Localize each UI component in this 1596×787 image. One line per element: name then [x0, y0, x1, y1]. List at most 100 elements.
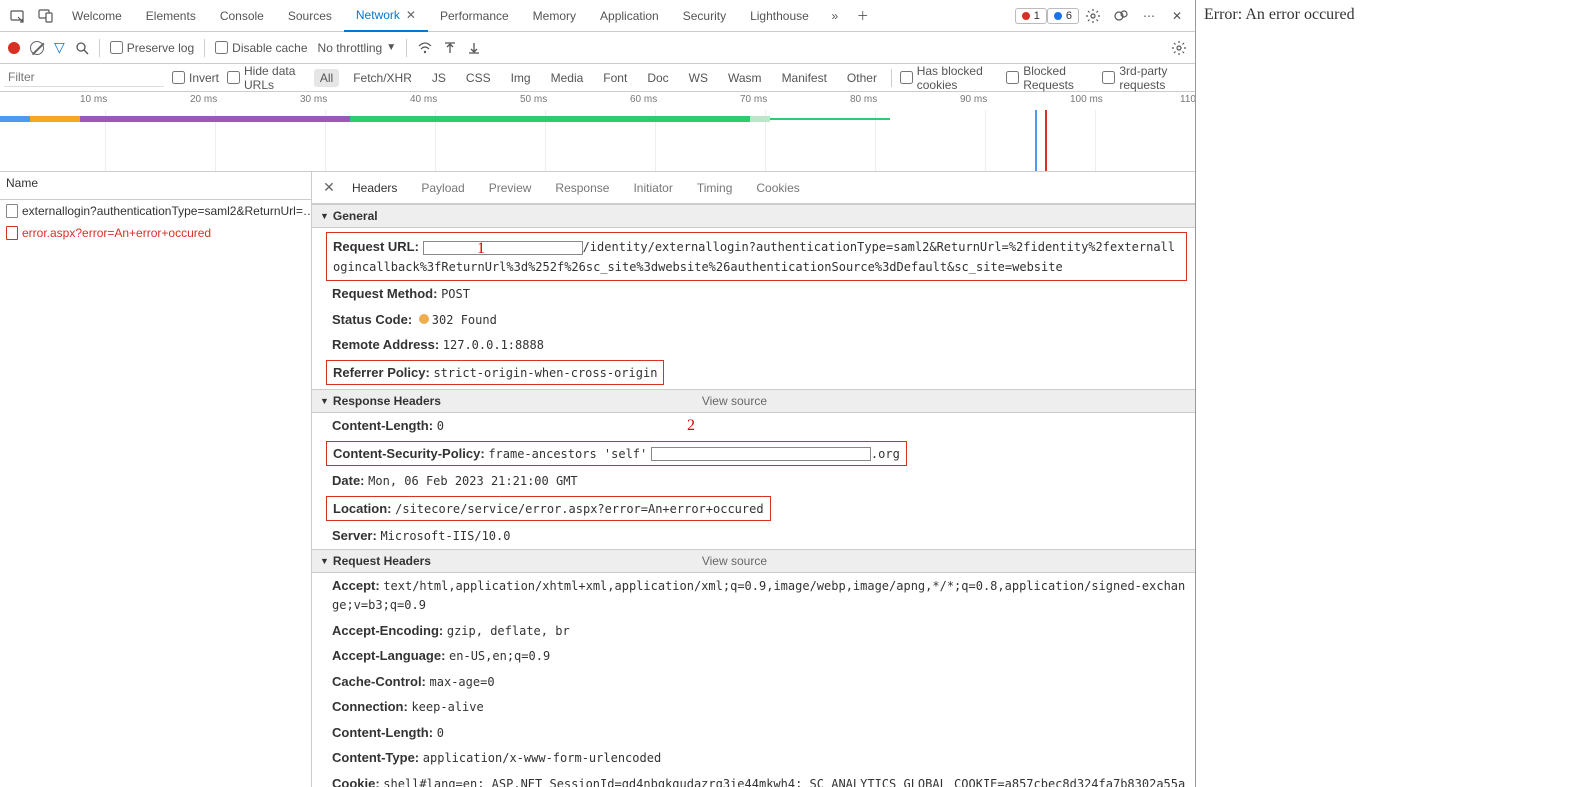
general-section-header[interactable]: ▼General	[312, 204, 1195, 228]
has-blocked-checkbox[interactable]: Has blocked cookies	[900, 64, 998, 92]
filter-input[interactable]	[4, 68, 164, 87]
add-tab-icon[interactable]: ＋	[849, 2, 877, 30]
network-settings-icon[interactable]	[1171, 40, 1187, 56]
detail-tab-initiator[interactable]: Initiator	[621, 172, 684, 204]
request-name: externallogin?authenticationType=saml2&R…	[22, 204, 311, 218]
request-row[interactable]: externallogin?authenticationType=saml2&R…	[0, 200, 311, 222]
document-icon	[6, 204, 18, 218]
device-toggle-icon[interactable]	[32, 2, 60, 30]
status-code-value: 302 Found	[432, 313, 497, 327]
close-devtools-icon[interactable]: ✕	[1163, 2, 1191, 30]
connection-row: Connection: keep-alive	[312, 694, 1195, 720]
type-filter-ws[interactable]: WS	[683, 69, 714, 87]
section-title: General	[333, 209, 378, 223]
has-blocked-label: Has blocked cookies	[917, 64, 998, 92]
detail-tab-headers[interactable]: Headers	[340, 172, 409, 204]
document-icon	[6, 226, 18, 240]
view-source-link[interactable]: View source	[702, 554, 767, 568]
server-key: Server:	[332, 528, 377, 543]
details-body[interactable]: ▼General Request URL: /identity/external…	[312, 204, 1195, 787]
detail-tab-preview[interactable]: Preview	[477, 172, 544, 204]
type-filter-all[interactable]: All	[314, 69, 339, 87]
cookie-value: shell#lang=en; ASP.NET_SessionId=gd4nbgk…	[332, 777, 1185, 787]
detail-tab-timing[interactable]: Timing	[685, 172, 745, 204]
tab-welcome[interactable]: Welcome	[60, 0, 134, 32]
wifi-icon[interactable]	[417, 41, 433, 55]
request-row[interactable]: error.aspx?error=An+error+occured	[0, 222, 311, 244]
tab-application[interactable]: Application	[588, 0, 671, 32]
tab-security[interactable]: Security	[671, 0, 738, 32]
detail-tab-response[interactable]: Response	[543, 172, 621, 204]
invert-checkbox[interactable]: Invert	[172, 71, 219, 85]
error-message: Error: An error occured	[1204, 6, 1355, 23]
devtools-panel: Welcome Elements Console Sources Network…	[0, 0, 1196, 787]
timeline-labels: 10 ms 20 ms 30 ms 40 ms 50 ms 60 ms 70 m…	[0, 92, 1195, 110]
detail-tab-payload[interactable]: Payload	[409, 172, 476, 204]
tab-network[interactable]: Network ✕	[344, 0, 428, 32]
hide-data-urls-label: Hide data URLs	[244, 64, 306, 92]
third-party-checkbox[interactable]: 3rd-party requests	[1102, 64, 1191, 92]
settings-icon[interactable]	[1079, 2, 1107, 30]
filter-toggle-icon[interactable]: ▽	[54, 39, 65, 56]
clear-button[interactable]	[30, 41, 44, 55]
type-filter-other[interactable]: Other	[841, 69, 883, 87]
error-count-badge[interactable]: 1	[1015, 8, 1047, 24]
tab-memory[interactable]: Memory	[521, 0, 588, 32]
type-filter-fetch[interactable]: Fetch/XHR	[347, 69, 418, 87]
tab-lighthouse[interactable]: Lighthouse	[738, 0, 821, 32]
request-headers-section-header[interactable]: ▼Request HeadersView source	[312, 549, 1195, 573]
close-details-icon[interactable]: ✕	[318, 179, 340, 196]
name-column-header[interactable]: Name	[0, 172, 311, 200]
type-filter-css[interactable]: CSS	[460, 69, 497, 87]
download-icon[interactable]	[467, 41, 481, 55]
disable-cache-checkbox[interactable]: Disable cache	[215, 41, 307, 55]
blocked-requests-checkbox[interactable]: Blocked Requests	[1006, 64, 1094, 92]
request-name: error.aspx?error=An+error+occured	[22, 226, 211, 240]
csp-row: Content-Security-Policy: frame-ancestors…	[326, 441, 907, 467]
content-length-row: Content-Length: 0	[312, 720, 1195, 746]
timeline[interactable]: 10 ms 20 ms 30 ms 40 ms 50 ms 60 ms 70 m…	[0, 92, 1195, 172]
info-count-badge[interactable]: 6	[1047, 8, 1079, 24]
detail-tab-cookies[interactable]: Cookies	[744, 172, 811, 204]
referrer-policy-value: strict-origin-when-cross-origin	[433, 366, 657, 380]
error-count: 1	[1034, 10, 1040, 22]
tab-performance[interactable]: Performance	[428, 0, 521, 32]
redacted-host	[423, 241, 583, 255]
upload-icon[interactable]	[443, 41, 457, 55]
content-length-key: Content-Length:	[332, 418, 433, 433]
more-tabs-icon[interactable]: »	[821, 2, 849, 30]
hide-data-urls-checkbox[interactable]: Hide data URLs	[227, 64, 306, 92]
date-value: Mon, 06 Feb 2023 21:21:00 GMT	[368, 474, 578, 488]
inspect-icon[interactable]	[4, 2, 32, 30]
tab-elements[interactable]: Elements	[134, 0, 208, 32]
tab-label: Network	[356, 8, 400, 22]
type-filter-doc[interactable]: Doc	[641, 69, 674, 87]
more-menu-icon[interactable]: ⋯	[1135, 2, 1163, 30]
collapse-icon: ▼	[320, 556, 329, 566]
preserve-log-checkbox[interactable]: Preserve log	[110, 41, 194, 55]
content-type-value: application/x-www-form-urlencoded	[423, 751, 661, 765]
type-filter-media[interactable]: Media	[545, 69, 590, 87]
type-filter-manifest[interactable]: Manifest	[776, 69, 833, 87]
type-filter-wasm[interactable]: Wasm	[722, 69, 768, 87]
response-headers-section-header[interactable]: ▼Response HeadersView source	[312, 389, 1195, 413]
status-code-key: Status Code:	[332, 312, 412, 327]
type-filter-font[interactable]: Font	[597, 69, 633, 87]
content-type-key: Content-Type:	[332, 750, 419, 765]
tick-label: 40 ms	[410, 94, 437, 105]
throttling-select[interactable]: No throttling▼	[318, 41, 397, 55]
record-button[interactable]	[8, 42, 20, 54]
search-icon[interactable]	[75, 41, 89, 55]
type-filter-img[interactable]: Img	[505, 69, 537, 87]
view-source-link[interactable]: View source	[702, 394, 767, 408]
request-details: ✕ Headers Payload Preview Response Initi…	[312, 172, 1195, 787]
tab-sources[interactable]: Sources	[276, 0, 344, 32]
date-row: Date: Mon, 06 Feb 2023 21:21:00 GMT	[312, 468, 1195, 494]
type-filter-js[interactable]: JS	[426, 69, 452, 87]
feedback-icon[interactable]	[1107, 2, 1135, 30]
tab-console[interactable]: Console	[208, 0, 276, 32]
location-row: Location: /sitecore/service/error.aspx?e…	[326, 496, 771, 522]
network-toolbar: ▽ Preserve log Disable cache No throttli…	[0, 32, 1195, 64]
cookie-key: Cookie:	[332, 776, 380, 787]
close-icon[interactable]: ✕	[406, 8, 416, 22]
